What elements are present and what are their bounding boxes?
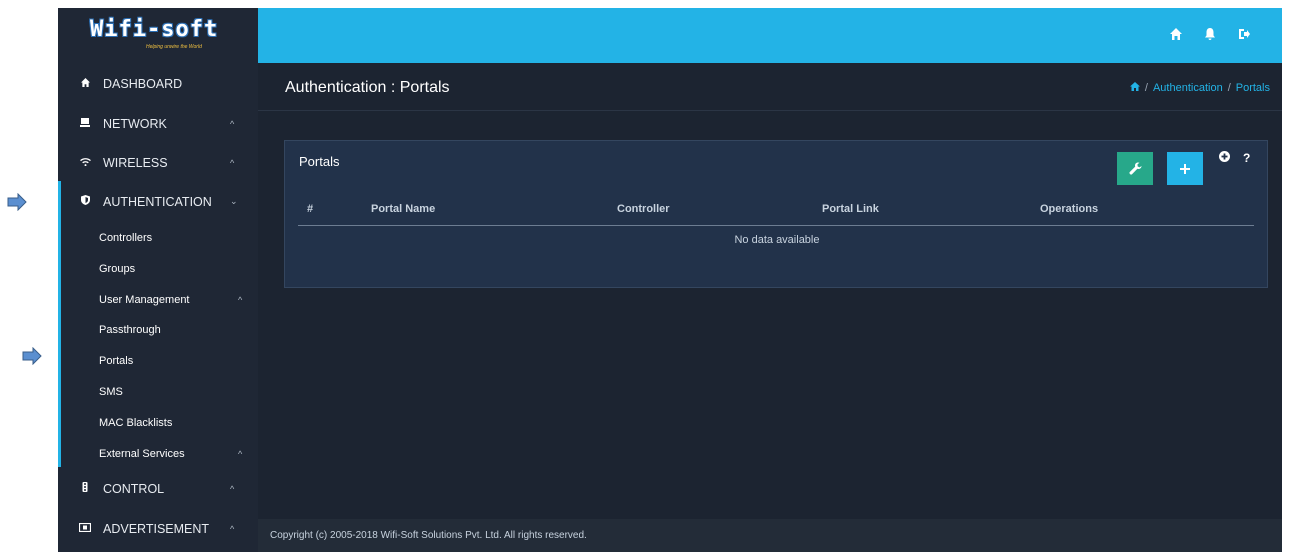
chevron-up-icon: ^	[230, 523, 235, 534]
chevron-up-icon: ^	[238, 294, 243, 305]
wifi-icon	[78, 157, 92, 169]
annotation-arrow-icon	[22, 347, 42, 365]
content-header: Authentication : Portals / Authenticatio…	[258, 63, 1282, 111]
sidebar-subitem-sms[interactable]: SMS	[58, 376, 258, 407]
wrench-icon	[1128, 162, 1141, 175]
settings-button[interactable]	[1117, 152, 1153, 185]
chevron-up-icon: ^	[230, 483, 235, 494]
add-portal-button[interactable]	[1167, 152, 1203, 185]
table-header-divider	[298, 225, 1254, 226]
sidebar-subitem-label: MAC Blacklists	[99, 416, 173, 429]
add-circle-icon[interactable]	[1219, 151, 1230, 165]
logo-tagline: Helping unwire the World	[146, 44, 202, 50]
sidebar-item-label: CONTROL	[103, 481, 165, 496]
bell-icon[interactable]	[1202, 27, 1218, 43]
breadcrumb-portals[interactable]: Portals	[1236, 82, 1270, 94]
column-header-controller: Controller	[617, 203, 670, 215]
chevron-up-icon: ^	[238, 448, 243, 459]
logo-text: Wifi-soft	[90, 17, 219, 42]
column-header-operations: Operations	[1040, 203, 1099, 215]
sidebar-item-label: ADVERTISEMENT	[103, 521, 210, 536]
sidebar-subitem-groups[interactable]: Groups	[58, 253, 258, 284]
shield-icon	[78, 195, 92, 208]
column-header-index: #	[307, 203, 314, 215]
sidebar-subitem-label: Portals	[99, 354, 134, 367]
ad-icon	[78, 522, 92, 535]
breadcrumb-separator: /	[1144, 82, 1148, 94]
sidebar-subitem-controllers[interactable]: Controllers	[58, 222, 258, 253]
sidebar-subitem-user-management[interactable]: User Management ^	[58, 284, 258, 315]
top-bar: Wifi-soft Helping unwire the World	[58, 8, 1282, 63]
logo[interactable]: Wifi-soft Helping unwire the World	[58, 8, 258, 63]
sidebar-item-advertisement[interactable]: ADVERTISEMENT ^	[58, 509, 258, 548]
chevron-up-icon: ^	[230, 157, 235, 168]
sidebar-item-label: NETWORK	[103, 116, 167, 131]
help-icon[interactable]: ?	[1243, 151, 1250, 165]
breadcrumb: / Authentication / Portals	[1129, 82, 1270, 94]
home-icon[interactable]	[1129, 82, 1140, 94]
sidebar-subitem-passthrough[interactable]: Passthrough	[58, 314, 258, 345]
sidebar-item-dashboard[interactable]: DASHBOARD	[58, 64, 258, 103]
sidebar-item-authentication[interactable]: AUTHENTICATION ⌄	[58, 182, 258, 221]
sidebar-subitem-label: SMS	[99, 385, 123, 398]
home-icon	[78, 77, 92, 90]
footer: Copyright (c) 2005-2018 Wifi-Soft Soluti…	[258, 519, 1282, 552]
sidebar-subitem-label: User Management	[99, 293, 190, 306]
sidebar-subitem-portals[interactable]: Portals	[58, 345, 258, 376]
sidebar-subitem-label: Groups	[99, 262, 136, 275]
sidebar-item-wireless[interactable]: WIRELESS ^	[58, 143, 258, 182]
column-header-portal-name: Portal Name	[371, 203, 436, 215]
panel-title: Portals	[299, 154, 340, 169]
empty-table-message: No data available	[734, 234, 820, 246]
sidebar: DASHBOARD NETWORK ^ WIRELESS ^ AUTHENTIC…	[58, 63, 258, 552]
chevron-down-icon: ⌄	[230, 196, 238, 206]
sidebar-item-network[interactable]: NETWORK ^	[58, 104, 258, 143]
plus-icon	[1180, 163, 1190, 174]
sidebar-subitem-mac-blacklists[interactable]: MAC Blacklists	[58, 407, 258, 438]
annotation-arrow-icon	[7, 193, 27, 211]
sidebar-item-label: DASHBOARD	[103, 76, 183, 91]
sidebar-item-control[interactable]: CONTROL ^	[58, 469, 258, 508]
chevron-up-icon: ^	[230, 118, 235, 129]
sidebar-subitem-label: External Services	[99, 447, 185, 460]
sidebar-subitem-label: Passthrough	[99, 323, 161, 336]
portals-panel: Portals ? # Portal Name Controller Porta…	[284, 140, 1268, 288]
sidebar-item-label: AUTHENTICATION	[103, 194, 212, 209]
sidebar-subitem-external-services[interactable]: External Services ^	[58, 438, 258, 469]
column-header-portal-link: Portal Link	[822, 203, 879, 215]
logout-icon[interactable]	[1236, 27, 1252, 43]
breadcrumb-authentication[interactable]: Authentication	[1153, 82, 1223, 94]
copyright-text: Copyright (c) 2005-2018 Wifi-Soft Soluti…	[270, 530, 587, 541]
monitor-icon	[78, 117, 92, 130]
traffic-light-icon	[78, 482, 92, 495]
sidebar-subitem-label: Controllers	[99, 231, 153, 244]
home-icon[interactable]	[1168, 27, 1184, 43]
page-title: Authentication : Portals	[285, 79, 450, 96]
app-window: Wifi-soft Helping unwire the World DASHB…	[58, 8, 1282, 552]
breadcrumb-separator: /	[1227, 82, 1231, 94]
sidebar-item-label: WIRELESS	[103, 155, 168, 170]
